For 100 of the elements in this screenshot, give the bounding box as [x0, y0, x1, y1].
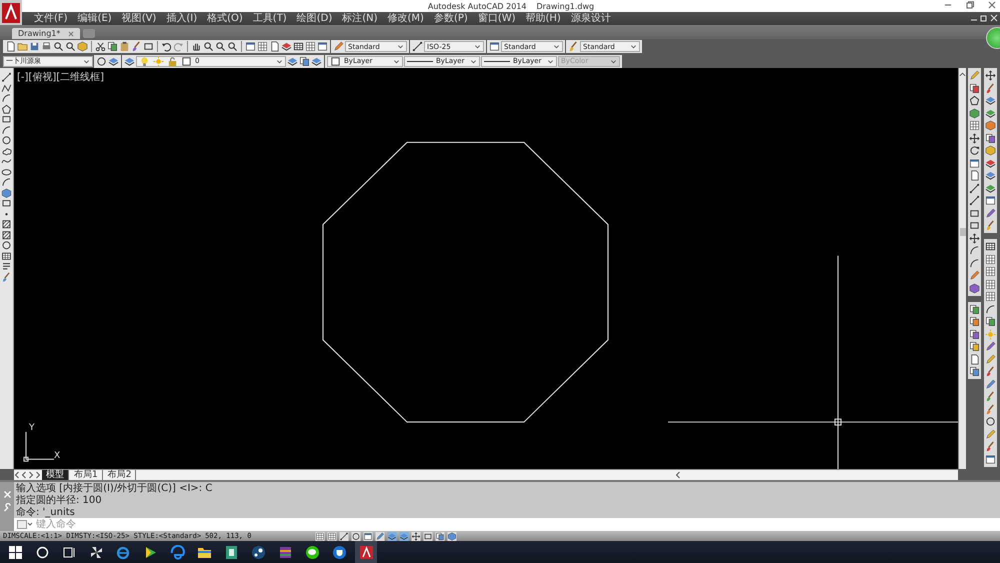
brush-icon[interactable]: [1, 272, 12, 282]
rectangle-icon[interactable]: [969, 220, 980, 231]
magnifier-icon[interactable]: [215, 41, 226, 52]
pencil-icon[interactable]: [985, 378, 996, 390]
browser-icon[interactable]: [170, 544, 184, 560]
pencil-toggle-icon[interactable]: [375, 532, 386, 540]
scissors-icon[interactable]: [95, 41, 106, 52]
document-icon[interactable]: [969, 170, 980, 181]
pencil-icon[interactable]: [985, 354, 996, 364]
browser-icon[interactable]: [116, 544, 130, 560]
copy-icon[interactable]: [299, 56, 310, 66]
arc-icon[interactable]: [969, 258, 980, 268]
line-icon[interactable]: [969, 182, 980, 194]
polygon-icon[interactable]: [1, 104, 12, 114]
document-icon[interactable]: [5, 41, 16, 52]
printer-icon[interactable]: [41, 41, 52, 52]
layers-icon[interactable]: [124, 56, 135, 66]
scroll-left-icon[interactable]: [674, 471, 682, 479]
scroll-up-icon[interactable]: [959, 71, 966, 78]
menu-item[interactable]: 绘图(D): [292, 12, 336, 25]
arc-icon[interactable]: [1, 177, 12, 188]
wrench-icon[interactable]: [2, 503, 12, 512]
menu-item[interactable]: 源泉设计: [566, 12, 615, 25]
app-tile-icon[interactable]: [224, 544, 238, 560]
shield-icon[interactable]: [332, 544, 346, 560]
menu-item[interactable]: 参数(P): [430, 12, 472, 25]
table-icon[interactable]: [1, 250, 12, 261]
scroll-thumb[interactable]: [960, 228, 966, 236]
layers-toggle-icon[interactable]: [387, 532, 398, 540]
windows-icon[interactable]: [8, 544, 22, 560]
viewport-label[interactable]: [-][俯视][二维线框]: [17, 70, 104, 84]
line-icon[interactable]: [969, 195, 980, 206]
paragraph-icon[interactable]: [1, 261, 12, 272]
copy-icon[interactable]: [985, 316, 996, 327]
copy-icon[interactable]: [969, 328, 980, 340]
arc-icon[interactable]: [985, 304, 996, 314]
copy-icon[interactable]: [969, 304, 980, 314]
menu-item[interactable]: 窗口(W): [474, 12, 520, 25]
line-toggle-icon[interactable]: [339, 532, 350, 540]
circle-icon[interactable]: [1, 240, 12, 250]
brush-icon[interactable]: [985, 391, 996, 402]
arc-icon[interactable]: [1, 124, 12, 135]
menu-item[interactable]: 文件(F): [30, 12, 72, 25]
layers-icon[interactable]: [985, 158, 996, 168]
grid-icon[interactable]: [305, 41, 316, 52]
window-icon[interactable]: [317, 41, 328, 52]
pencil-icon[interactable]: [333, 41, 344, 52]
brush-icon[interactable]: [985, 441, 996, 452]
circle-icon[interactable]: [985, 416, 996, 427]
polyline-icon[interactable]: [1, 82, 12, 93]
application-menu-button[interactable]: [0, 0, 22, 25]
document-icon[interactable]: [969, 354, 980, 364]
search-icon[interactable]: [34, 544, 50, 560]
move-toggle-icon[interactable]: [411, 532, 422, 540]
close-icon[interactable]: [988, 1, 996, 9]
layers-icon[interactable]: [985, 95, 996, 106]
window-icon[interactable]: [985, 454, 996, 464]
arc-icon[interactable]: [969, 245, 980, 256]
restore-icon[interactable]: [966, 1, 974, 9]
layers-toggle-icon[interactable]: [399, 532, 410, 540]
cube-icon[interactable]: [77, 41, 88, 52]
menu-item[interactable]: 工具(T): [248, 12, 291, 25]
menu-item[interactable]: 标注(N): [338, 12, 382, 25]
pinwheel-icon[interactable]: [88, 544, 104, 560]
brush-icon[interactable]: [568, 41, 579, 52]
circle-icon[interactable]: [96, 56, 107, 66]
window-icon[interactable]: [245, 41, 256, 52]
hand-icon[interactable]: [191, 41, 202, 52]
grid-icon[interactable]: [985, 254, 996, 264]
ellipse-icon[interactable]: [1, 166, 12, 177]
cloud-icon[interactable]: [1, 146, 12, 156]
grid-icon[interactable]: [985, 291, 996, 302]
copy-icon[interactable]: [969, 316, 980, 327]
prompt-icon[interactable]: [17, 520, 33, 529]
menu-item[interactable]: 格式(O): [203, 12, 247, 25]
copy-icon[interactable]: [985, 132, 996, 144]
circle-toggle-icon[interactable]: [351, 532, 362, 540]
rectangle-icon[interactable]: [1, 114, 12, 124]
brush-icon[interactable]: [985, 366, 996, 377]
circle-icon[interactable]: [1, 135, 12, 146]
grid-icon[interactable]: [985, 278, 996, 290]
layers-icon[interactable]: [985, 108, 996, 118]
cube-toggle-icon[interactable]: [447, 532, 458, 540]
copy-icon[interactable]: [969, 341, 980, 352]
menu-item[interactable]: 视图(V): [118, 12, 160, 25]
brush-icon[interactable]: [985, 404, 996, 414]
archive-icon[interactable]: [278, 544, 292, 560]
move-icon[interactable]: [985, 70, 996, 81]
menu-item[interactable]: 插入(I): [162, 12, 202, 25]
grid-icon[interactable]: [969, 120, 980, 131]
magnifier-icon[interactable]: [227, 41, 238, 52]
magnifier-icon[interactable]: [203, 41, 214, 52]
arc-icon[interactable]: [1, 93, 12, 104]
chat-icon[interactable]: [304, 544, 320, 560]
layers-icon[interactable]: [985, 182, 996, 194]
layout-tab[interactable]: 模型: [42, 470, 69, 480]
autocad-icon[interactable]: [358, 544, 374, 560]
layers-icon[interactable]: [287, 56, 298, 66]
cube-icon[interactable]: [985, 120, 996, 131]
line-icon[interactable]: [1, 72, 12, 82]
